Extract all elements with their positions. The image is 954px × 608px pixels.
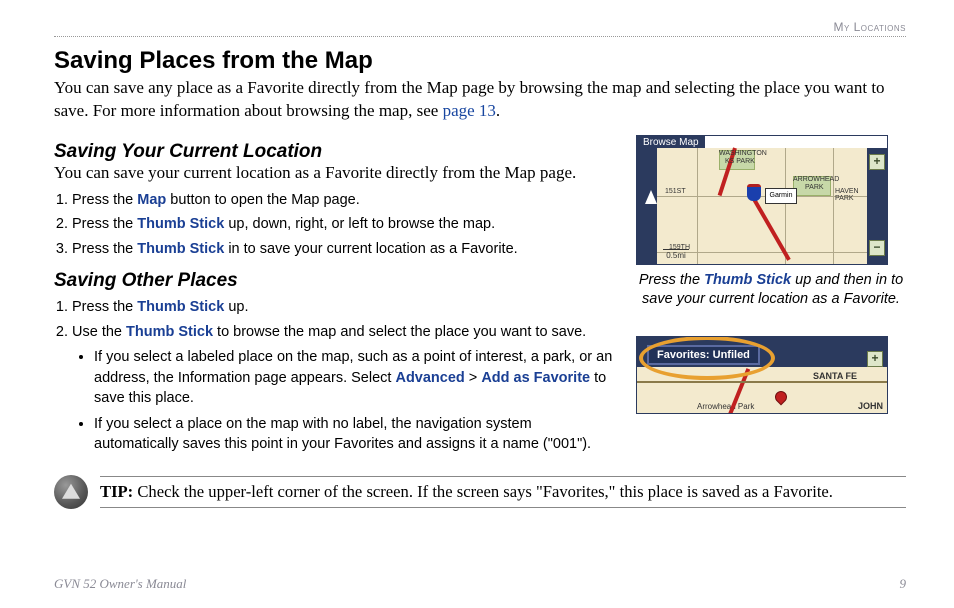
section-header: My Locations [54, 20, 906, 34]
map-right-sidebar: + − [867, 148, 887, 264]
zoom-out-button[interactable]: − [869, 240, 885, 256]
interstate-shield-icon [747, 184, 761, 201]
steps-current-location: Press the Map button to open the Map pag… [54, 189, 614, 260]
zoom-in-button[interactable]: + [869, 154, 885, 170]
scale-indicator: 0.5mi [663, 249, 689, 260]
highlight-circle [639, 336, 775, 380]
map-text: HAVEN PARK [835, 188, 867, 202]
intro-paragraph: You can save any place as a Favorite dir… [54, 77, 906, 123]
favorites-figure: + Favorites: Unfiled SANTA FE JOHN Arrow… [636, 336, 888, 414]
map-text: SANTA FE [813, 371, 857, 381]
bullet-item: If you select a labeled place on the map… [94, 347, 614, 408]
page-title: Saving Places from the Map [54, 47, 906, 75]
step-item: Press the Map button to open the Map pag… [72, 189, 614, 211]
map-text: WASHINGTON [719, 150, 767, 157]
map-text: Arrowhead Park [697, 402, 754, 411]
tip-icon [54, 475, 88, 509]
page-footer: GVN 52 Owner's Manual 9 [54, 576, 906, 592]
step-item: Press the Thumb Stick up, down, right, o… [72, 213, 614, 235]
compass-icon [645, 190, 657, 204]
browse-map-figure: Browse Map + − [636, 135, 888, 265]
header-rule [54, 36, 906, 37]
steps-other-places: Press the Thumb Stick up. Use the Thumb … [54, 296, 614, 454]
tip-callout: TIP: Check the upper-left corner of the … [54, 475, 906, 509]
location-pin: Garmin [765, 188, 797, 204]
map-text: KS PARK [725, 158, 755, 165]
map-canvas[interactable]: Garmin WASHINGTON KS PARK ARROWHEAD PARK… [657, 148, 867, 264]
subheading-other-places: Saving Other Places [54, 270, 614, 292]
subheading-current-location: Saving Your Current Location [54, 141, 614, 163]
map-text: PARK [805, 184, 824, 191]
step-item: Use the Thumb Stick to browse the map an… [72, 321, 614, 455]
bullet-item: If you select a place on the map with no… [94, 414, 614, 455]
step-item: Press the Thumb Stick in to save your cu… [72, 238, 614, 260]
tip-body: Check the upper-left corner of the scree… [133, 482, 833, 501]
manual-title: GVN 52 Owner's Manual [54, 576, 186, 592]
page-number: 9 [900, 576, 907, 592]
step-item: Press the Thumb Stick up. [72, 296, 614, 318]
map-text: 151ST [665, 188, 686, 195]
zoom-in-button[interactable]: + [867, 351, 883, 367]
tip-label: TIP: [100, 482, 133, 501]
map-left-sidebar [637, 148, 657, 264]
pin-icon [773, 389, 790, 406]
figure-caption: Press the Thumb Stick up and then in to … [636, 271, 906, 310]
page-link[interactable]: page 13 [443, 101, 496, 120]
map-text: JOHN [858, 401, 883, 411]
map-text: ARROWHEAD [793, 176, 839, 183]
current-location-desc: You can save your current location as a … [54, 163, 614, 183]
intro-period: . [496, 101, 500, 120]
